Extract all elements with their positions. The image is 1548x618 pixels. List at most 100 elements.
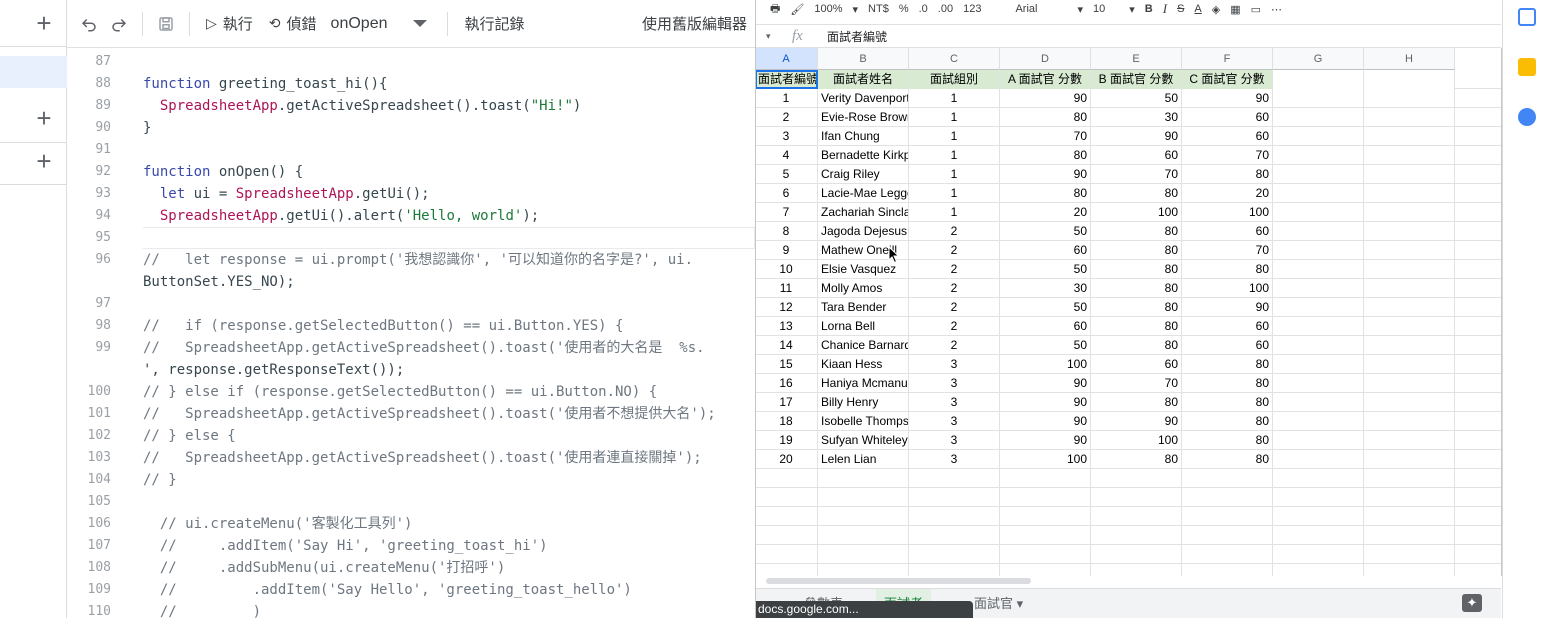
add-file-icon[interactable]: + [30, 10, 58, 38]
cell[interactable]: 100 [1182, 279, 1273, 298]
cell[interactable] [1273, 507, 1364, 526]
code-line[interactable]: 100 // } else if (response.getSelectedBut… [67, 381, 755, 403]
code-line[interactable]: 91 [67, 139, 755, 161]
column-header-b[interactable]: B [818, 48, 909, 70]
cell[interactable] [1364, 545, 1455, 564]
italic-button[interactable]: I [1163, 1, 1167, 17]
code-line[interactable]: 94 SpreadsheetApp.getUi().alert('Hello, … [67, 205, 755, 227]
cell[interactable]: Verity Davenport [818, 89, 909, 108]
cell[interactable]: 20 [1182, 184, 1273, 203]
cell[interactable]: 80 [1000, 146, 1091, 165]
cell[interactable]: 80 [1000, 184, 1091, 203]
cell[interactable]: 2 [909, 279, 1000, 298]
cell[interactable] [818, 564, 909, 576]
cell[interactable] [1182, 545, 1273, 564]
cell[interactable]: 20 [756, 450, 818, 469]
chevron-down-icon[interactable]: ▾ [853, 3, 859, 16]
code-line[interactable]: ButtonSet.YES_NO); [67, 271, 755, 293]
cell[interactable]: A 面試官 分數 [1000, 70, 1091, 89]
cell[interactable] [1273, 526, 1364, 545]
cell[interactable] [909, 488, 1000, 507]
currency-format-button[interactable]: NT$ [868, 3, 889, 15]
cell[interactable] [1364, 127, 1455, 146]
cell[interactable]: 1 [909, 184, 1000, 203]
cell[interactable] [1091, 545, 1182, 564]
cell[interactable] [1091, 507, 1182, 526]
font-select[interactable]: Arial [1015, 3, 1037, 15]
cell[interactable]: 70 [1182, 146, 1273, 165]
cell[interactable] [1364, 203, 1455, 222]
cell[interactable]: 70 [1091, 374, 1182, 393]
undo-icon[interactable] [74, 9, 104, 39]
cell[interactable]: 2 [756, 108, 818, 127]
chevron-down-icon[interactable] [413, 20, 428, 27]
cell[interactable]: 50 [1000, 260, 1091, 279]
cell[interactable] [1273, 203, 1364, 222]
cell[interactable]: 90 [1091, 412, 1182, 431]
cell[interactable] [1364, 564, 1455, 576]
cell[interactable] [1364, 488, 1455, 507]
run-button[interactable]: ▷ 執行 [198, 8, 261, 40]
cell[interactable]: 60 [1182, 336, 1273, 355]
cell[interactable]: Bernadette Kirkpatrick [818, 146, 909, 165]
add-library-icon[interactable]: + [30, 105, 58, 133]
cell[interactable] [818, 545, 909, 564]
cell[interactable] [1182, 469, 1273, 488]
code-line[interactable]: 109 // .addItem('Say Hello', 'greeting_t… [67, 579, 755, 601]
cell[interactable] [1364, 507, 1455, 526]
cell[interactable] [1273, 241, 1364, 260]
cell[interactable]: 80 [1182, 450, 1273, 469]
cell[interactable] [1273, 165, 1364, 184]
calendar-icon[interactable] [1518, 8, 1536, 26]
cell[interactable]: 80 [1182, 260, 1273, 279]
cell[interactable] [909, 545, 1000, 564]
code-line[interactable]: 93 let ui = SpreadsheetApp.getUi(); [67, 183, 755, 205]
cell[interactable] [1091, 488, 1182, 507]
cell[interactable] [1000, 488, 1091, 507]
cell[interactable] [1273, 222, 1364, 241]
text-color-button[interactable]: A [1194, 3, 1201, 15]
cell[interactable] [1273, 374, 1364, 393]
cell[interactable]: 60 [1182, 127, 1273, 146]
cell[interactable] [1364, 393, 1455, 412]
cell[interactable] [1273, 545, 1364, 564]
cell[interactable]: 17 [756, 393, 818, 412]
code-line[interactable]: 110 // ) [67, 601, 755, 618]
cell[interactable]: Haniya Mcmanus [818, 374, 909, 393]
cell[interactable] [1364, 260, 1455, 279]
cell[interactable]: 3 [909, 374, 1000, 393]
cell[interactable]: 60 [1182, 222, 1273, 241]
cell[interactable]: 90 [1000, 393, 1091, 412]
code-line[interactable]: 90} [67, 117, 755, 139]
code-line[interactable]: 99 // SpreadsheetApp.getActiveSpreadsheet… [67, 337, 755, 359]
cell[interactable] [1364, 431, 1455, 450]
cell[interactable] [1364, 108, 1455, 127]
cell[interactable]: 1 [909, 127, 1000, 146]
code-line[interactable]: 103 // SpreadsheetApp.getActiveSpreadshee… [67, 447, 755, 469]
cell[interactable]: 90 [1000, 412, 1091, 431]
tasks-icon[interactable] [1518, 108, 1536, 126]
cell[interactable]: 80 [1091, 298, 1182, 317]
cell[interactable] [1273, 184, 1364, 203]
chevron-down-icon[interactable]: ▾ [1129, 3, 1135, 16]
cell[interactable] [818, 526, 909, 545]
cell[interactable] [756, 488, 818, 507]
column-header-g[interactable]: G [1273, 48, 1364, 70]
strikethrough-button[interactable]: S [1177, 3, 1184, 15]
cell[interactable]: 60 [1182, 108, 1273, 127]
bold-button[interactable]: B [1145, 3, 1153, 15]
save-icon[interactable] [151, 9, 181, 39]
cell[interactable]: 80 [1091, 222, 1182, 241]
cell[interactable] [1364, 298, 1455, 317]
cell[interactable]: 8 [756, 222, 818, 241]
cell[interactable]: 80 [1182, 393, 1273, 412]
cell[interactable]: 12 [756, 298, 818, 317]
cell[interactable]: 3 [909, 412, 1000, 431]
cell[interactable]: 7 [756, 203, 818, 222]
explore-icon[interactable]: ✦ [1462, 594, 1482, 612]
cell[interactable]: 2 [909, 241, 1000, 260]
cell[interactable]: 90 [1000, 374, 1091, 393]
code-line[interactable]: 97 [67, 293, 755, 315]
code-line[interactable]: 92 function onOpen() { [67, 161, 755, 183]
column-header-e[interactable]: E [1091, 48, 1182, 70]
